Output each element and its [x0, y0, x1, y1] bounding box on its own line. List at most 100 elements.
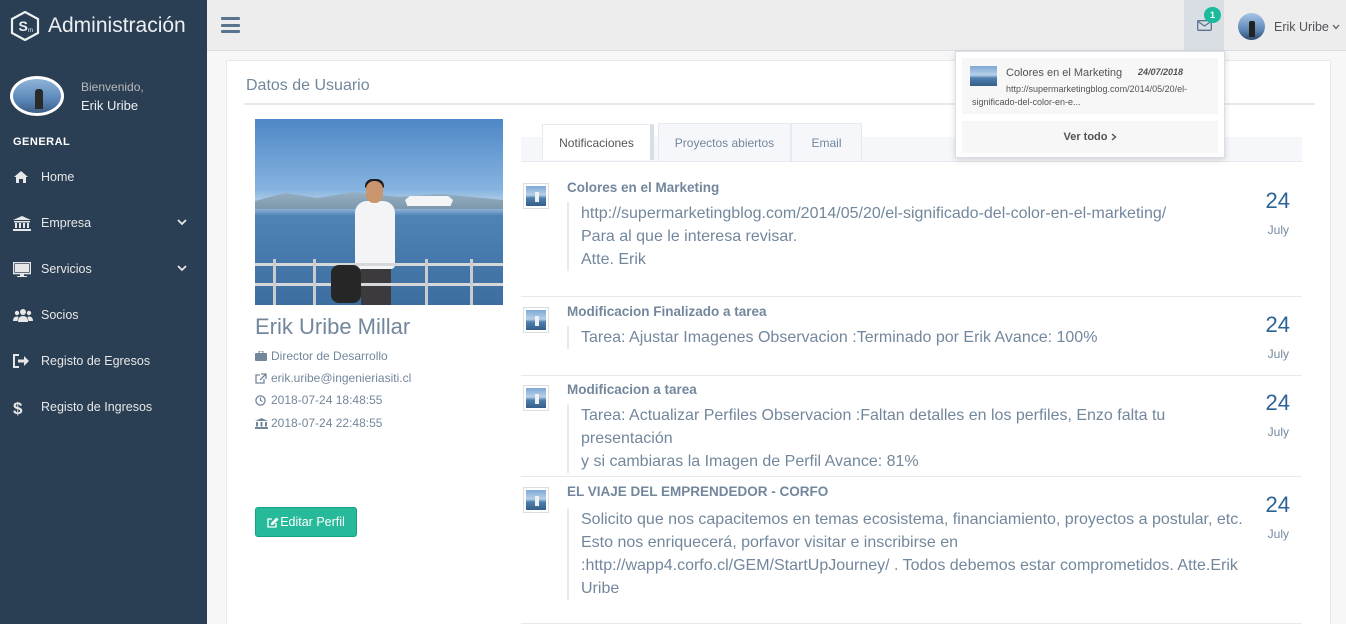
- message-line: Tarea: Actualizar Perfiles Observacion :…: [581, 407, 1166, 447]
- message-title: EL VIAJE DEL EMPRENDEDOR - CORFO: [567, 484, 829, 499]
- message-line: http://supermarketingblog.com/2014/05/20…: [581, 205, 1167, 222]
- message-day: 24: [1265, 312, 1290, 337]
- message-body: Tarea: Ajustar Imagenes Observacion :Ter…: [567, 326, 1257, 349]
- users-icon: [13, 307, 33, 323]
- list-item[interactable]: Modificacion Finalizado a tarea Tarea: A…: [521, 304, 1302, 376]
- list-item[interactable]: Modificacion a tarea Tarea: Actualizar P…: [521, 382, 1302, 477]
- message-day: 24: [1265, 188, 1290, 213]
- sidebar-item-egresos[interactable]: Registo de Egresos: [0, 338, 207, 384]
- dropdown-message-title: Colores en el Marketing: [1006, 67, 1123, 79]
- menu-toggle-icon[interactable]: [221, 17, 240, 33]
- see-all-label: Ver todo: [1063, 131, 1108, 143]
- edit-icon: [267, 517, 279, 528]
- message-title: Colores en el Marketing: [567, 180, 720, 195]
- message-title: Modificacion Finalizado a tarea: [567, 304, 767, 319]
- avatar: [523, 183, 549, 209]
- page-title: Datos de Usuario: [246, 77, 370, 94]
- briefcase-icon: [255, 350, 268, 362]
- sidebar-profile: Bienvenido, Erik Uribe: [0, 52, 207, 124]
- top-navbar: 1 Erik Uribe: [207, 0, 1346, 51]
- user-menu-label: Erik Uribe: [1274, 19, 1329, 34]
- svg-text:S: S: [19, 18, 28, 34]
- message-month: July: [1267, 527, 1289, 541]
- message-body: Solicito que nos capacitemos en temas ec…: [567, 508, 1257, 600]
- welcome-text: Bienvenido,: [81, 79, 144, 94]
- avatar: [1238, 13, 1265, 40]
- dropdown-message-item[interactable]: Colores en el Marketing 24/07/2018 http:…: [962, 58, 1218, 114]
- avatar: [523, 385, 549, 411]
- bank-icon: [13, 215, 33, 231]
- profile-date-1: 2018-07-24 18:48:55: [255, 393, 382, 407]
- tab-email[interactable]: Email: [791, 123, 862, 161]
- message-line: Esto nos enriquecerá, porfavor visitar e…: [581, 534, 959, 551]
- clock-icon: [255, 394, 268, 406]
- avatar: [523, 487, 549, 513]
- profile-date-2-text: 2018-07-24 22:48:55: [271, 416, 383, 430]
- avatar: [523, 307, 549, 333]
- chevron-down-icon: [177, 265, 187, 272]
- sidebar-item-label: Registo de Ingresos: [41, 400, 153, 414]
- messages-dropdown: Colores en el Marketing 24/07/2018 http:…: [955, 51, 1225, 158]
- profile-name: Erik Uribe: [81, 97, 139, 113]
- message-line: Para al que le interesa revisar.: [581, 228, 798, 245]
- sidebar-item-label: Registo de Egresos: [41, 354, 151, 368]
- message-day: 24: [1265, 390, 1290, 415]
- sidebar: S m Administración Bienvenido, Erik Urib…: [0, 0, 207, 624]
- sidebar-item-socios[interactable]: Socios: [0, 292, 207, 338]
- profile-date-2: 2018-07-24 22:48:55: [255, 416, 382, 430]
- user-menu[interactable]: Erik Uribe: [1238, 13, 1340, 40]
- message-line: y si cambiaras la Imagen de Perfil Avanc…: [581, 453, 919, 470]
- brand[interactable]: S m Administración: [0, 0, 207, 52]
- sidebar-item-label: Servicios: [41, 262, 92, 276]
- home-icon: [13, 169, 33, 185]
- sidebar-item-home[interactable]: Home: [0, 154, 207, 200]
- svg-text:$: $: [13, 399, 23, 416]
- sidebar-item-servicios[interactable]: Servicios: [0, 246, 207, 292]
- sign-out-icon: [13, 353, 33, 369]
- message-body: http://supermarketingblog.com/2014/05/20…: [567, 202, 1257, 271]
- svg-text:m: m: [28, 28, 33, 34]
- list-item[interactable]: Colores en el Marketing http://supermark…: [521, 180, 1302, 297]
- avatar: [10, 76, 64, 116]
- message-month: July: [1267, 425, 1289, 439]
- profile-role-text: Director de Desarrollo: [271, 349, 388, 363]
- site-logo-icon: S m: [10, 11, 40, 41]
- message-month: July: [1267, 223, 1289, 237]
- edit-profile-button[interactable]: Editar Perfil: [255, 507, 357, 537]
- dropdown-message-text: http://supermarketingblog.com/2014/05/20…: [972, 84, 1188, 107]
- chevron-down-icon: [1332, 24, 1340, 29]
- message-month: July: [1267, 347, 1289, 361]
- message-line: Tarea: Ajustar Imagenes Observacion :Ter…: [581, 329, 1098, 346]
- profile-full-name: Erik Uribe Millar: [255, 314, 411, 339]
- mail-count-badge: 1: [1204, 7, 1221, 23]
- message-line: Uribe: [581, 580, 620, 597]
- sidebar-item-label: Socios: [41, 308, 79, 322]
- profile-role: Director de Desarrollo: [255, 349, 388, 363]
- profile-email[interactable]: erik.uribe@ingenieriasiti.cl: [255, 371, 411, 385]
- tab-notificaciones[interactable]: Notificaciones: [542, 124, 654, 160]
- profile-date-1-text: 2018-07-24 18:48:55: [271, 393, 383, 407]
- list-item[interactable]: EL VIAJE DEL EMPRENDEDOR - CORFO Solicit…: [521, 484, 1302, 624]
- chevron-right-icon: [1111, 133, 1117, 141]
- profile-photo: [255, 119, 503, 305]
- desktop-icon: [13, 261, 33, 277]
- messages-button[interactable]: 1: [1184, 0, 1224, 51]
- sidebar-item-ingresos[interactable]: $ Registo de Ingresos: [0, 384, 207, 430]
- message-body: Tarea: Actualizar Perfiles Observacion :…: [567, 404, 1257, 473]
- sidebar-item-label: Empresa: [41, 216, 92, 230]
- profile-email-text: erik.uribe@ingenieriasiti.cl: [271, 371, 412, 385]
- see-all-link[interactable]: Ver todo: [962, 121, 1218, 153]
- chevron-down-icon: [177, 219, 187, 226]
- dollar-icon: $: [13, 399, 33, 416]
- sidebar-item-empresa[interactable]: Empresa: [0, 200, 207, 246]
- edit-profile-label: Editar Perfil: [280, 515, 345, 529]
- message-title: Modificacion a tarea: [567, 382, 697, 397]
- dropdown-message-date: 24/07/2018: [1138, 67, 1184, 77]
- message-line: :http://wapp4.corfo.cl/GEM/StartUpJourne…: [581, 557, 1238, 574]
- message-line: Atte. Erik: [581, 251, 646, 268]
- message-line: Solicito que nos capacitemos en temas ec…: [581, 511, 1243, 528]
- tab-proyectos-abiertos[interactable]: Proyectos abiertos: [658, 123, 791, 161]
- external-link-icon: [255, 372, 268, 384]
- menu-section-title: GENERAL: [13, 136, 71, 148]
- message-day: 24: [1265, 492, 1290, 517]
